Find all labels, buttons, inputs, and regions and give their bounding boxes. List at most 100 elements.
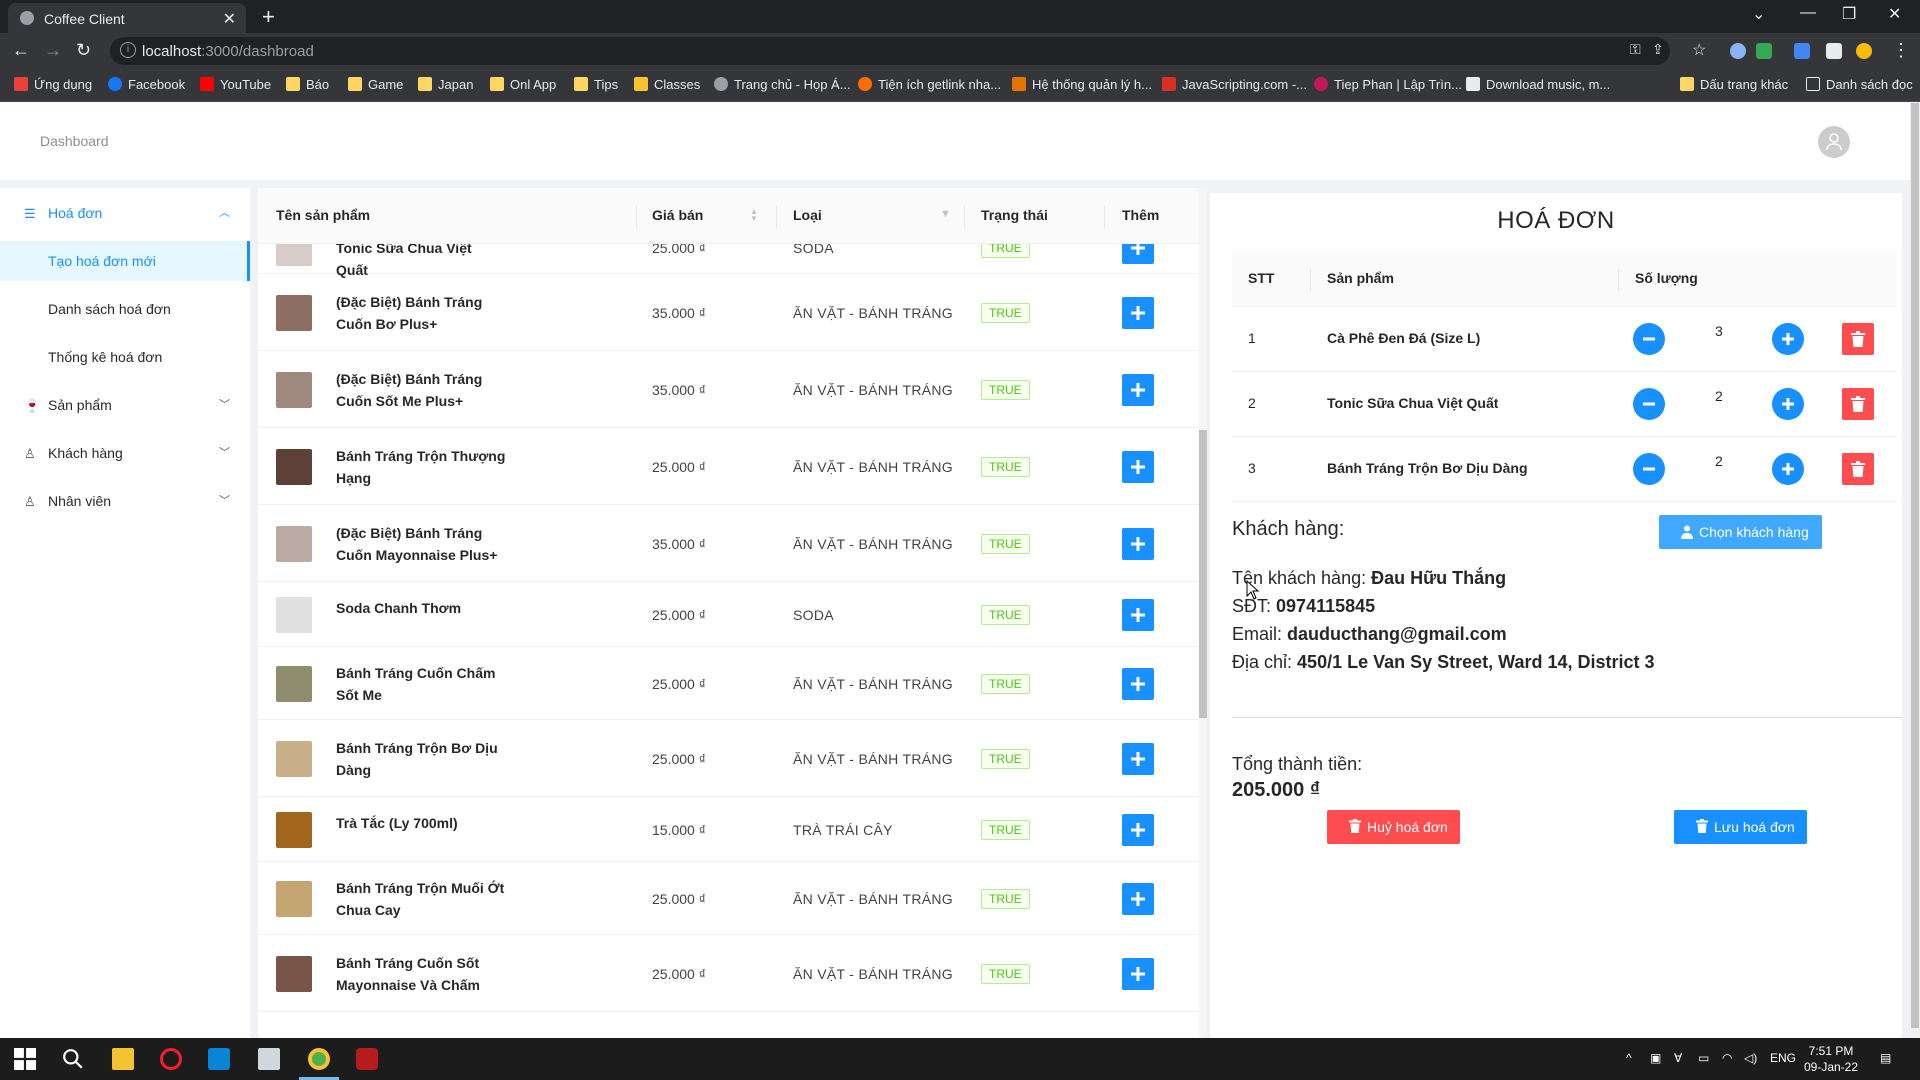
tray-icon[interactable]: ∀ (1674, 1051, 1682, 1065)
decrease-quantity-button[interactable] (1633, 453, 1665, 485)
delete-item-button[interactable] (1842, 453, 1874, 485)
reload-icon[interactable]: ↻ (76, 40, 91, 61)
product-price: 25.000 ₫ (652, 890, 706, 907)
bookmark-facebook[interactable]: Facebook (108, 77, 185, 92)
wifi-icon[interactable]: ◠ (1722, 1051, 1732, 1065)
bookmark-other[interactable]: Dấu trang khác (1680, 77, 1788, 92)
tray-chevron-icon[interactable]: ^ (1626, 1051, 1632, 1065)
file-explorer-icon[interactable] (112, 1048, 134, 1070)
sidebar-item-customers[interactable]: ♙ Khách hàng ﹀ (0, 433, 250, 473)
product-price: 25.000 ₫ (652, 675, 706, 692)
bookmark-getlink[interactable]: Tiện ích getlink nha... (858, 77, 1001, 92)
minimize-icon[interactable]: — (1800, 4, 1816, 22)
share-icon[interactable]: ⇪ (1652, 41, 1664, 58)
bookmark-bao[interactable]: Báo (286, 77, 329, 92)
app-icon[interactable] (356, 1048, 378, 1070)
page-scrollbar[interactable] (1910, 103, 1920, 1038)
bookmark-onl-app[interactable]: Onl App (490, 77, 556, 92)
user-avatar[interactable] (1818, 126, 1850, 158)
trash-icon (1349, 819, 1361, 833)
delete-item-button[interactable] (1842, 388, 1874, 420)
add-to-invoice-button[interactable] (1122, 450, 1154, 483)
add-to-invoice-button[interactable] (1122, 373, 1154, 406)
site-info-icon[interactable]: i (120, 42, 136, 58)
table-scrollbar-thumb[interactable] (1199, 430, 1207, 718)
bookmark-classes[interactable]: Classes (634, 77, 700, 92)
table-scrollbar[interactable] (1199, 188, 1207, 1038)
tab-search-icon[interactable]: ⌄ (1752, 4, 1765, 24)
sidebar-item-invoice-list[interactable]: Danh sách hoá đơn (0, 289, 250, 329)
search-icon[interactable] (62, 1048, 84, 1070)
filter-icon[interactable]: ▼ (940, 208, 951, 220)
sidebar-item-create-invoice[interactable]: Tạo hoá đơn mới (0, 241, 250, 281)
decrease-quantity-button[interactable] (1633, 323, 1665, 355)
page-scrollbar-thumb[interactable] (1911, 103, 1919, 1028)
sidebar-item-employees[interactable]: ♙ Nhân viên ﹀ (0, 481, 250, 521)
invoice-panel: HOÁ ĐƠN STT Sản phẩm Số lượng 1 Cà Phê Đe… (1210, 193, 1902, 1038)
add-to-invoice-button[interactable] (1122, 244, 1154, 264)
forward-icon[interactable]: → (44, 40, 62, 61)
column-header-price[interactable]: Giá bán (652, 207, 703, 223)
bookmark-javascripting[interactable]: JavaScripting.com -... (1162, 77, 1307, 92)
more-menu-icon[interactable]: ⋮ (1892, 40, 1910, 61)
sidebar-item-invoice-stats[interactable]: Thống kê hoá đơn (0, 337, 250, 377)
add-to-invoice-button[interactable] (1122, 882, 1154, 915)
reading-list[interactable]: Danh sách đọc (1806, 77, 1913, 92)
add-to-invoice-button[interactable] (1122, 813, 1154, 846)
bookmark-youtube[interactable]: YouTube (200, 77, 271, 92)
bookmark-game[interactable]: Game (348, 77, 403, 92)
tray-icon[interactable]: ▣ (1650, 1051, 1661, 1065)
add-to-invoice-button[interactable] (1122, 957, 1154, 990)
choose-customer-button[interactable]: Chọn khách hàng (1659, 515, 1822, 549)
add-to-invoice-button[interactable] (1122, 742, 1154, 775)
bookmark-hop-a[interactable]: Trang chủ - Họp Á... (714, 77, 851, 92)
battery-icon[interactable]: ▭ (1698, 1051, 1709, 1065)
sort-icon[interactable]: ▲ ▼ (750, 208, 758, 223)
add-to-invoice-button[interactable] (1122, 527, 1154, 560)
language-indicator[interactable]: ENG (1770, 1051, 1796, 1065)
increase-quantity-button[interactable] (1772, 388, 1804, 420)
address-bar[interactable]: i localhost:3000/dashbroad ⚿ ⇪ ☆ (110, 37, 1706, 65)
key-icon[interactable]: ⚿ (1630, 41, 1641, 58)
sidebar-item-invoices[interactable]: ☰ Hoá đơn ︿ (0, 193, 250, 233)
bookmark-quan-ly[interactable]: Hệ thống quản lý h... (1012, 77, 1152, 92)
increase-quantity-button[interactable] (1772, 453, 1804, 485)
restore-icon[interactable]: ❐ (1842, 4, 1856, 24)
add-to-invoice-button[interactable] (1122, 667, 1154, 700)
notification-icon[interactable]: ▤ (1880, 1051, 1891, 1065)
windows-start-icon[interactable] (14, 1048, 36, 1070)
close-tab-icon[interactable]: ✕ (223, 9, 236, 29)
breadcrumb[interactable]: Dashboard (40, 133, 109, 149)
chrome-icon[interactable] (308, 1048, 330, 1070)
bookmark-tiep-phan[interactable]: Tiep Phan | Lập Trìn... (1314, 77, 1462, 92)
app-icon[interactable] (258, 1048, 280, 1070)
profile-avatar-icon[interactable] (1856, 43, 1872, 59)
bookmark-download-music[interactable]: Download music, m... (1466, 77, 1610, 92)
bookmark-apps[interactable]: Ứng dụng (14, 77, 92, 92)
delete-item-button[interactable] (1842, 323, 1874, 355)
extension-icon[interactable] (1756, 43, 1772, 59)
extension-icon[interactable] (1730, 43, 1746, 59)
back-icon[interactable]: ← (12, 40, 30, 61)
add-to-invoice-button[interactable] (1122, 296, 1154, 329)
close-window-icon[interactable]: ✕ (1888, 4, 1901, 24)
cancel-invoice-button[interactable]: Huỷ hoá đơn (1327, 810, 1460, 844)
translate-icon[interactable] (1794, 43, 1810, 59)
opera-icon[interactable] (160, 1048, 182, 1070)
add-to-invoice-button[interactable] (1122, 598, 1154, 631)
bookmark-japan[interactable]: Japan (418, 77, 473, 92)
sidebar-item-products[interactable]: 🍷 Sản phẩm ﹀ (0, 385, 250, 425)
vscode-icon[interactable] (208, 1048, 230, 1070)
browser-tab[interactable]: Coffee Client ✕ (8, 3, 246, 33)
save-invoice-button[interactable]: Lưu hoá đơn (1674, 810, 1807, 844)
decrease-quantity-button[interactable] (1633, 388, 1665, 420)
bookmark-star-icon[interactable]: ☆ (1692, 40, 1706, 60)
volume-icon[interactable]: ◁) (1744, 1051, 1757, 1065)
bookmark-tips[interactable]: Tips (574, 77, 618, 92)
product-table-body[interactable]: Tonic Sữa Chua Việt Quất 25.000 ₫ SODA TRUE… (258, 244, 1202, 1038)
increase-quantity-button[interactable] (1772, 323, 1804, 355)
new-tab-icon[interactable]: + (262, 4, 275, 30)
system-clock[interactable]: 7:51 PM 09-Jan-22 (1796, 1043, 1866, 1075)
bookmarks-bar: Ứng dụng Facebook YouTube Báo Game Japan… (0, 69, 1920, 102)
puzzle-icon[interactable] (1826, 43, 1842, 59)
